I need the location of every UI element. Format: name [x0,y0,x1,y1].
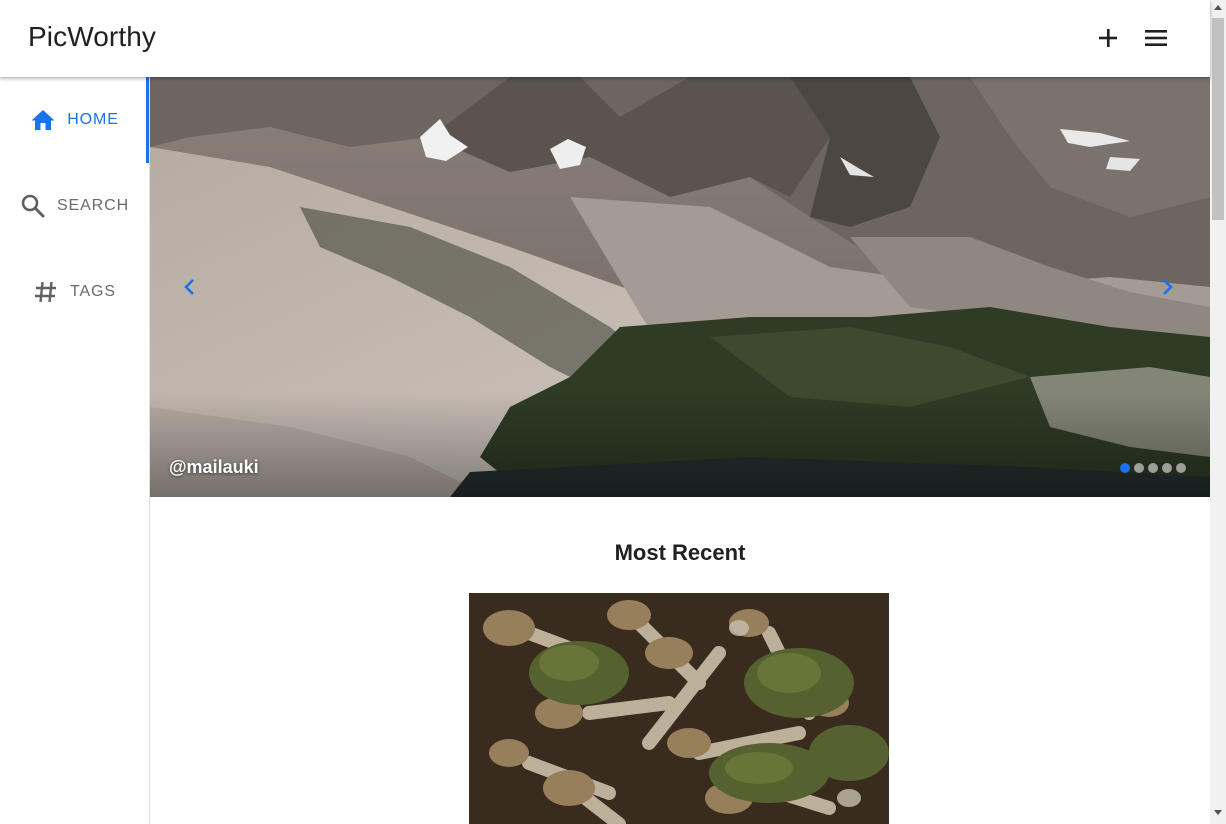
hash-icon [33,279,59,305]
home-icon [30,108,56,132]
add-button[interactable] [1092,22,1124,54]
sidebar-item-search[interactable]: SEARCH [0,163,149,249]
app-title[interactable]: PicWorthy [28,21,156,53]
menu-button[interactable] [1140,22,1172,54]
carousel-dot[interactable] [1134,463,1144,473]
carousel-next-button[interactable] [1155,275,1179,299]
hero-carousel[interactable]: @mailauki [150,77,1210,497]
scroll-up-arrow-icon[interactable] [1214,4,1222,10]
photo-credit[interactable]: @mailauki [169,457,259,478]
sidebar-item-tags[interactable]: TAGS [0,249,149,335]
scroll-down-arrow-icon[interactable] [1214,810,1222,816]
recent-photo-image [469,593,889,824]
carousel-indicators [1120,463,1186,473]
app-bar: PicWorthy [0,0,1210,77]
page-scrollbar[interactable] [1210,0,1226,824]
carousel-dot[interactable] [1162,463,1172,473]
recent-photo[interactable] [469,593,889,824]
sidebar-item-label: SEARCH [56,197,130,214]
carousel-dot[interactable] [1120,463,1130,473]
search-icon [20,193,46,219]
sidebar-item-label: TAGS [70,283,116,300]
carousel-image [150,77,1210,497]
plus-icon [1099,29,1117,47]
sidebar: HOME SEARCH TAGS [0,77,150,824]
carousel-dot[interactable] [1148,463,1158,473]
chevron-right-icon [1163,279,1173,295]
sidebar-item-home[interactable]: HOME [0,77,149,163]
carousel-dot[interactable] [1176,463,1186,473]
section-title: Most Recent [614,540,746,565]
scrollbar-thumb[interactable] [1212,18,1224,220]
hamburger-menu-icon [1145,30,1167,46]
carousel-prev-button[interactable] [178,275,202,299]
sidebar-item-label: HOME [67,111,119,128]
chevron-left-icon [184,279,194,295]
